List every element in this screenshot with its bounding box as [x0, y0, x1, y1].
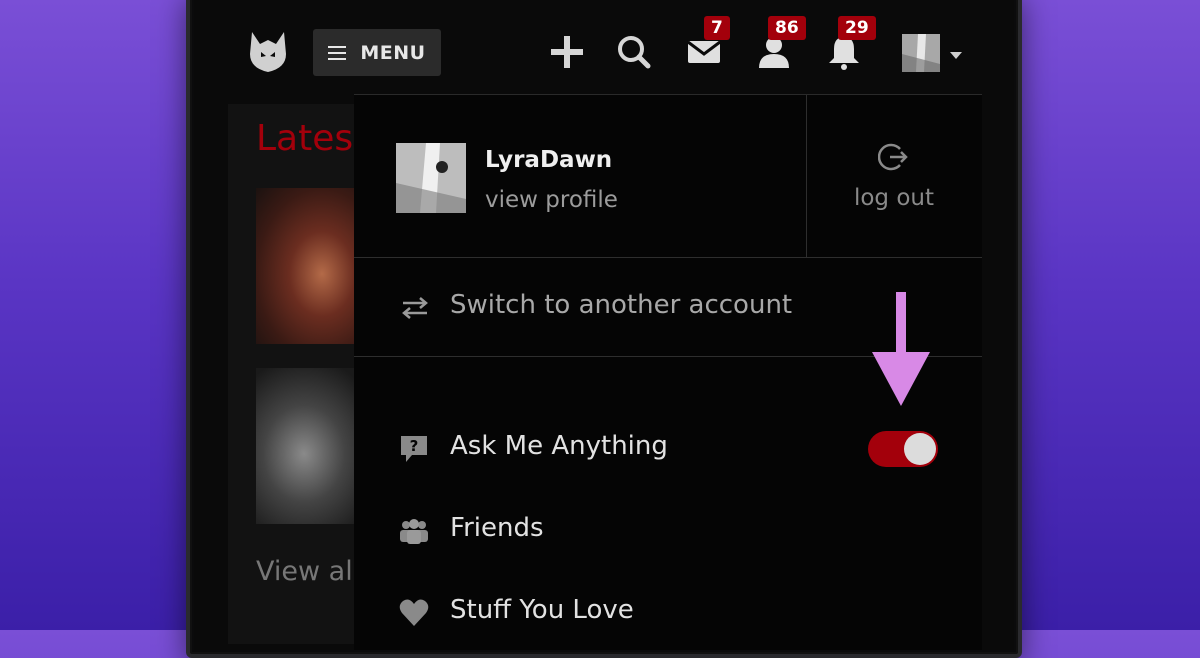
menu-item-label: Stuff You Love: [450, 595, 634, 625]
hamburger-icon: [328, 45, 347, 60]
profile-row: LyraDawn view profile log out: [354, 95, 982, 258]
profile-avatar: [396, 143, 466, 213]
toggle-knob: [904, 433, 936, 465]
avatar-image: [396, 143, 466, 213]
menu-button[interactable]: MENU: [313, 29, 441, 76]
username: LyraDawn: [485, 147, 613, 173]
logout-label: log out: [853, 185, 935, 211]
menu-item-stuff-you-love[interactable]: Stuff You Love: [354, 583, 982, 643]
user-avatar[interactable]: [902, 34, 940, 72]
avatar-image: [902, 34, 940, 72]
annotation-arrow-icon: [872, 292, 930, 406]
friends-badge: 86: [768, 16, 806, 40]
switch-account-label: Switch to another account: [450, 290, 793, 320]
messages-badge: 7: [704, 16, 730, 40]
view-profile-label: view profile: [485, 187, 618, 213]
menu-item-label: Ask Me Anything: [450, 431, 668, 461]
messages-button[interactable]: 7: [684, 16, 730, 72]
menu-item-friends[interactable]: Friends: [354, 501, 982, 561]
heart-icon: [399, 599, 429, 626]
switch-arrows-icon: [402, 297, 428, 319]
logout-icon: [878, 143, 908, 171]
chevron-down-icon[interactable]: [950, 52, 962, 59]
notifications-button[interactable]: 29: [824, 16, 876, 72]
latest-heading: Lates: [256, 118, 354, 159]
view-all-link[interactable]: View al: [256, 556, 353, 587]
top-nav: MENU 7 86 29: [194, 0, 1014, 98]
menu-label: MENU: [360, 41, 426, 64]
search-icon[interactable]: [614, 32, 654, 72]
friend-requests-button[interactable]: 86: [754, 16, 806, 72]
svg-text:?: ?: [410, 437, 419, 455]
latest-section: Lates View al: [228, 104, 376, 644]
logo-icon[interactable]: [248, 30, 288, 74]
ask-me-anything-toggle[interactable]: [868, 431, 938, 467]
notifications-badge: 29: [838, 16, 876, 40]
menu-item-label: Friends: [450, 513, 544, 543]
friends-icon: [400, 519, 428, 544]
plus-icon[interactable]: [547, 32, 587, 72]
view-profile-link[interactable]: LyraDawn view profile: [354, 95, 807, 257]
logout-button[interactable]: log out: [806, 95, 982, 257]
question-bubble-icon: ?: [401, 436, 427, 462]
